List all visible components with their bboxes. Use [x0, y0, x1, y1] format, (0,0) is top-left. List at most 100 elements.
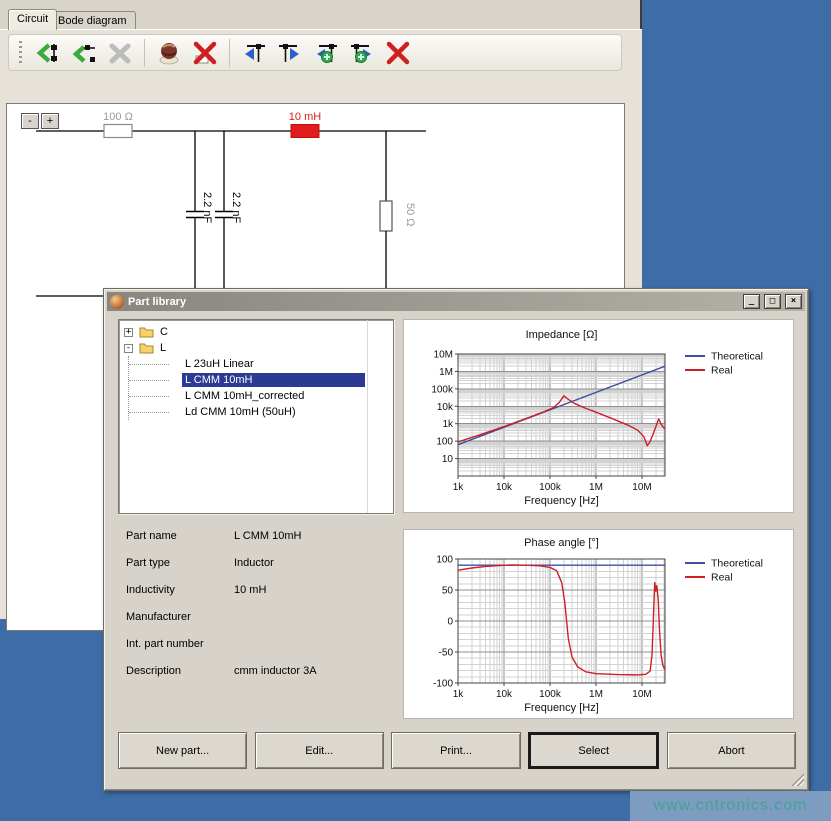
svg-text:50: 50: [442, 586, 454, 597]
svg-text:-50: -50: [439, 648, 454, 659]
svg-text:Theoretical: Theoretical: [711, 351, 763, 363]
tree-node-label[interactable]: C: [160, 326, 168, 338]
inductor-symbol-selected[interactable]: [291, 125, 319, 138]
tree-leaf-label[interactable]: L CMM 10mH_corrected: [182, 389, 307, 403]
move-part-right-button[interactable]: [274, 38, 306, 68]
load-resistor-symbol[interactable]: [380, 131, 392, 296]
tab-bode-diagram[interactable]: Bode diagram: [49, 11, 136, 29]
part-details: Part name L CMM 10mH Part type Inductor …: [126, 522, 396, 684]
part-library-dialog: Part library _ □ × + C - L L 23uH Linear: [103, 288, 809, 791]
impedance-chart: 1k10k100k1M10M10M1M100k10k1k10010Impedan…: [404, 320, 793, 512]
watermark-text: www.cntronics.com: [654, 797, 808, 815]
tree-leaf[interactable]: L 23uH Linear: [119, 356, 393, 372]
svg-text:Theoretical: Theoretical: [711, 558, 763, 570]
toolbar-drag-handle[interactable]: [19, 41, 22, 65]
detail-label: Inductivity: [126, 584, 234, 596]
collapse-icon[interactable]: -: [124, 344, 133, 353]
capacitor-1-label: 2.2 nF: [201, 192, 213, 223]
delete-branch-icon: [385, 40, 411, 66]
insert-part-right-button[interactable]: [346, 38, 378, 68]
tab-circuit[interactable]: Circuit: [8, 9, 57, 30]
close-button[interactable]: ×: [785, 294, 802, 309]
part-library-button[interactable]: [153, 38, 185, 68]
folder-open-icon: [139, 343, 154, 354]
svg-text:Frequency [Hz]: Frequency [Hz]: [524, 702, 599, 714]
expand-icon[interactable]: +: [124, 328, 133, 337]
detail-row-part-type: Part type Inductor: [126, 549, 396, 576]
dialog-button-row: New part... Edit... Print... Select Abor…: [118, 732, 796, 769]
detail-label: Part name: [126, 530, 234, 542]
edit-button[interactable]: Edit...: [255, 732, 384, 769]
phase-chart-panel: 1k10k100k1M10M100500-50-100Phase angle […: [403, 529, 794, 719]
insert-part-left-button[interactable]: [310, 38, 342, 68]
print-button[interactable]: Print...: [391, 732, 520, 769]
svg-text:1k: 1k: [453, 689, 465, 700]
svg-text:100k: 100k: [539, 689, 562, 700]
tree-leaf-label-selected[interactable]: L CMM 10mH: [182, 373, 365, 387]
svg-text:Real: Real: [711, 365, 733, 377]
detail-row-inductivity: Inductivity 10 mH: [126, 576, 396, 603]
tree-leaf-label[interactable]: Ld CMM 10mH (50uH): [182, 405, 299, 419]
insert-part-left-icon: [313, 40, 339, 66]
tree-leaf[interactable]: Ld CMM 10mH (50uH): [119, 404, 393, 420]
inductor-label: 10 mH: [289, 111, 321, 123]
undo-insert-part-button[interactable]: [32, 38, 64, 68]
svg-text:1M: 1M: [589, 482, 603, 493]
move-part-right-icon: [277, 40, 303, 66]
detail-label: Int. part number: [126, 638, 234, 650]
svg-text:Real: Real: [711, 572, 733, 584]
detail-label: Manufacturer: [126, 611, 234, 623]
minimize-button[interactable]: _: [743, 294, 760, 309]
dialog-titlebar[interactable]: Part library _ □ ×: [107, 292, 805, 311]
svg-text:100: 100: [436, 437, 453, 448]
undo-insert-small-part-button[interactable]: [68, 38, 100, 68]
delete-branch-button[interactable]: [382, 38, 414, 68]
detail-row-part-name: Part name L CMM 10mH: [126, 522, 396, 549]
svg-text:100k: 100k: [431, 384, 454, 395]
detail-label: Part type: [126, 557, 234, 569]
abort-button[interactable]: Abort: [667, 732, 796, 769]
svg-text:10: 10: [442, 454, 454, 465]
load-resistor-label: 50 Ω: [404, 203, 416, 227]
cut-disabled-icon: [107, 40, 133, 66]
select-button[interactable]: Select: [528, 732, 659, 769]
series-resistor-symbol[interactable]: [104, 125, 132, 138]
svg-text:1k: 1k: [453, 482, 465, 493]
svg-text:100: 100: [436, 555, 453, 566]
tree-leaf-label[interactable]: L 23uH Linear: [182, 357, 257, 371]
tree-leaf[interactable]: L CMM 10mH_corrected: [119, 388, 393, 404]
move-part-left-button[interactable]: [238, 38, 270, 68]
resize-grip[interactable]: [791, 773, 804, 786]
tree-node-c[interactable]: + C: [119, 324, 393, 340]
delete-part-button[interactable]: [189, 38, 221, 68]
watermark-banner: www.cntronics.com: [630, 791, 831, 821]
detail-value: Inductor: [234, 557, 396, 569]
series-resistor-label: 100 Ω: [103, 111, 133, 123]
tree-node-l[interactable]: - L: [119, 340, 393, 356]
detail-row-int-part-number: Int. part number: [126, 630, 396, 657]
svg-text:10k: 10k: [496, 482, 513, 493]
svg-text:10k: 10k: [496, 689, 513, 700]
svg-text:1M: 1M: [589, 689, 603, 700]
svg-text:1M: 1M: [439, 367, 453, 378]
detail-row-manufacturer: Manufacturer: [126, 603, 396, 630]
svg-text:-100: -100: [433, 679, 453, 690]
maximize-button[interactable]: □: [764, 294, 781, 309]
new-part-button[interactable]: New part...: [118, 732, 247, 769]
undo-insert-part-icon: [35, 40, 61, 66]
svg-text:Frequency [Hz]: Frequency [Hz]: [524, 495, 599, 507]
zoom-out-button[interactable]: -: [21, 113, 39, 129]
tab-strip: Circuit Bode diagram: [0, 0, 640, 29]
toolbar: [8, 34, 622, 71]
tree-leaf-selected[interactable]: L CMM 10mH: [119, 372, 393, 388]
part-tree[interactable]: + C - L L 23uH Linear L CMM 10mH L CMM 1…: [118, 319, 394, 514]
part-library-app-icon: [110, 295, 124, 309]
svg-text:10k: 10k: [437, 402, 454, 413]
part-library-icon: [156, 40, 182, 66]
tree-node-label[interactable]: L: [160, 342, 166, 354]
cut-disabled-button[interactable]: [104, 38, 136, 68]
impedance-chart-panel: 1k10k100k1M10M10M1M100k10k1k10010Impedan…: [403, 319, 794, 513]
zoom-in-button[interactable]: +: [41, 113, 59, 129]
detail-value: 10 mH: [234, 584, 396, 596]
detail-value: cmm inductor 3A: [234, 665, 396, 677]
